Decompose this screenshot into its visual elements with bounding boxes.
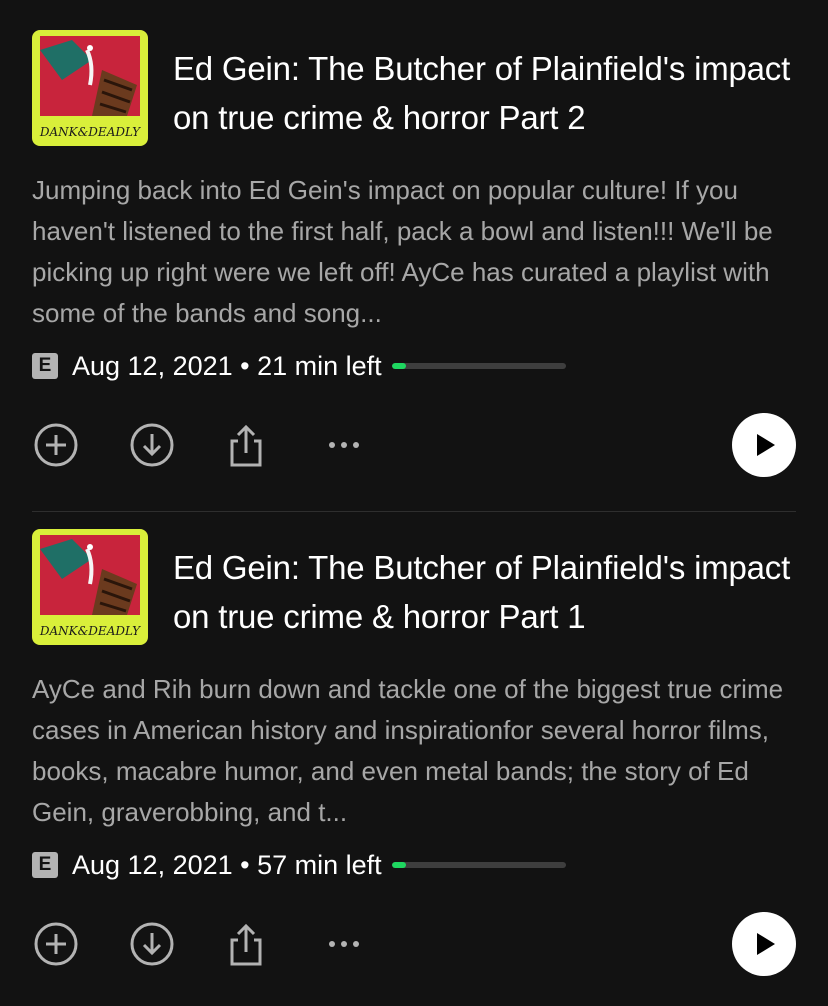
episode-title[interactable]: Ed Gein: The Butcher of Plainfield's imp…: [173, 543, 796, 641]
episode-description[interactable]: AyCe and Rih burn down and tackle one of…: [32, 669, 796, 833]
share-button[interactable]: [222, 912, 270, 976]
episode-meta: E Aug 12, 2021 • 57 min left: [32, 845, 796, 885]
episode-date-remaining: Aug 12, 2021 • 21 min left: [72, 350, 382, 381]
explicit-badge: E: [32, 852, 58, 878]
episode-date-remaining: Aug 12, 2021 • 57 min left: [72, 849, 382, 880]
episode-divider: [32, 511, 796, 512]
download-icon: [130, 423, 174, 467]
progress-bar: [391, 363, 566, 369]
download-icon: [130, 922, 174, 966]
more-options-button[interactable]: [320, 912, 368, 976]
play-icon: [757, 933, 775, 955]
episode-meta: E Aug 12, 2021 • 21 min left: [32, 346, 796, 386]
episode-card[interactable]: DANK&DEADLY Ed Gein: The Butcher of Plai…: [32, 30, 796, 477]
episode-actions: [32, 413, 796, 477]
episode-header: DANK&DEADLY Ed Gein: The Butcher of Plai…: [32, 30, 796, 146]
play-button[interactable]: [732, 912, 796, 976]
progress-fill: [391, 363, 406, 369]
episode-header: DANK&DEADLY Ed Gein: The Butcher of Plai…: [32, 529, 796, 645]
add-circle-icon: [34, 423, 78, 467]
episode-card[interactable]: DANK&DEADLY Ed Gein: The Butcher of Plai…: [32, 529, 796, 976]
add-button[interactable]: [32, 912, 80, 976]
play-button[interactable]: [732, 413, 796, 477]
share-button[interactable]: [222, 413, 270, 477]
share-icon: [230, 424, 262, 467]
progress-bar: [391, 862, 566, 868]
add-button[interactable]: [32, 413, 80, 477]
progress-fill: [391, 862, 406, 868]
download-button[interactable]: [128, 413, 176, 477]
more-icon: [329, 941, 359, 947]
cover-logo-text: DANK&DEADLY: [39, 624, 141, 638]
episode-title[interactable]: Ed Gein: The Butcher of Plainfield's imp…: [173, 44, 796, 142]
podcast-cover[interactable]: DANK&DEADLY: [32, 529, 148, 645]
cover-logo-text: DANK&DEADLY: [39, 125, 141, 139]
episode-description[interactable]: Jumping back into Ed Gein's impact on po…: [32, 170, 796, 334]
more-options-button[interactable]: [320, 413, 368, 477]
share-icon: [230, 923, 262, 966]
play-icon: [757, 434, 775, 456]
explicit-badge: E: [32, 353, 58, 379]
episode-actions: [32, 912, 796, 976]
download-button[interactable]: [128, 912, 176, 976]
more-icon: [329, 442, 359, 448]
podcast-cover[interactable]: DANK&DEADLY: [32, 30, 148, 146]
add-circle-icon: [34, 922, 78, 966]
